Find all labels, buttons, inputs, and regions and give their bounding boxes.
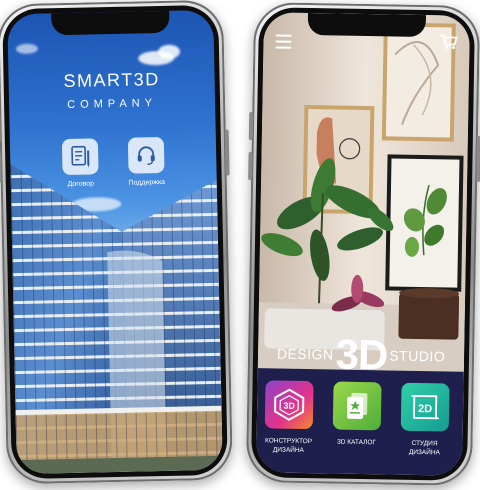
phone-right: DESIGN 3D STUDIO 3D 2D КОНСТРУКТОР ДИЗАЙ…	[245, 2, 480, 486]
interior-scene-image	[257, 12, 470, 376]
catalog-icon	[346, 392, 368, 419]
design-constructor-button[interactable]: 3D	[264, 380, 314, 430]
company-logo-subtitle: COMPANY	[67, 97, 158, 111]
hamburger-menu-icon[interactable]	[275, 34, 292, 52]
3d-cube-icon: 3D	[274, 388, 305, 421]
phone-notch	[51, 10, 170, 36]
banner-word-right: STUDIO	[389, 347, 446, 365]
banner-word-left: DESIGN	[276, 345, 334, 363]
design-3d-studio-banner: DESIGN 3D STUDIO	[258, 330, 465, 380]
cart-icon[interactable]	[439, 33, 458, 54]
office-building-image	[10, 164, 223, 475]
phone-left: SMART3D COMPANY Договор Поддержка	[0, 0, 234, 485]
svg-text:2D: 2D	[418, 403, 432, 415]
2d-plan-icon: 2D	[411, 395, 439, 420]
design-studio-button[interactable]: 2D	[400, 382, 450, 432]
left-app-screen: SMART3D COMPANY Договор Поддержка	[7, 9, 223, 475]
design-constructor-label: КОНСТРУКТОР ДИЗАЙНА	[264, 437, 313, 454]
3d-catalog-button[interactable]	[332, 381, 382, 431]
3d-catalog-label: 3D КАТАЛОГ	[337, 438, 377, 447]
banner-3d: 3D	[335, 330, 388, 379]
svg-text:3D: 3D	[283, 401, 295, 411]
company-logo-title: SMART3D	[63, 69, 160, 92]
design-studio-label: СТУДИЯ ДИЗАЙНА	[408, 439, 440, 457]
phone-notch	[307, 13, 427, 38]
right-app-screen: DESIGN 3D STUDIO 3D 2D КОНСТРУКТОР ДИЗАЙ…	[256, 12, 470, 476]
